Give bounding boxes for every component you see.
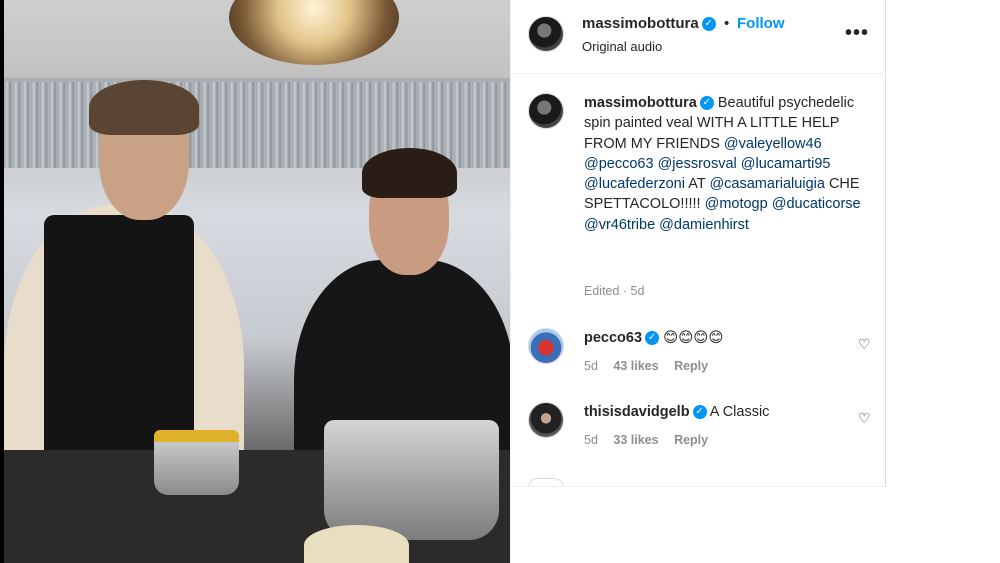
mention-link[interactable]: @casamarialuigia [709,176,824,192]
comment-item: thisisdavidgelb ✓ A Classic 5d 33 likes R… [511,402,887,462]
caption-text: AT [688,176,706,193]
separator-dot: • [724,15,730,32]
mention-link[interactable]: @valeyellow46 [724,136,822,152]
comments-panel: massimobottura ✓ • Follow Original audio … [510,0,887,563]
comment-text: thisisdavidgelb ✓ A Classic [584,404,769,420]
reply-button[interactable]: Reply [674,359,708,373]
audio-label[interactable]: Original audio [582,39,662,54]
large-pot [324,420,499,540]
post-video[interactable] [0,0,510,563]
avatar[interactable] [528,402,564,438]
comment-username[interactable]: thisisdavidgelb [584,404,690,420]
comment-body: 😊😊😊😊 [663,330,724,346]
comment-age[interactable]: 5d [584,359,598,373]
caption-username[interactable]: massimobottura [584,95,697,111]
comment-meta: 5d 33 likes Reply [584,433,720,447]
bowl [304,525,409,563]
reply-button[interactable]: Reply [674,433,708,447]
mention-link[interactable]: @vr46tribe [584,217,655,233]
comment-item: pecco63 ✓ 😊😊😊😊 5d 43 likes Reply ♡ [511,328,887,388]
mention-link[interactable]: @lucamarti95 [741,156,831,172]
comment-likes[interactable]: 43 likes [613,359,658,373]
avatar[interactable] [528,328,564,364]
post-header: massimobottura ✓ • Follow Original audio … [511,0,887,74]
caption-avatar[interactable] [528,93,564,129]
comment-username[interactable]: pecco63 [584,330,642,346]
comment-age[interactable]: 5d [584,433,598,447]
more-horizontal-icon[interactable]: ••• [845,22,869,45]
pendant-lamp [229,0,399,65]
heart-icon[interactable]: ♡ [858,336,871,353]
mention-link[interactable]: @jessrosval [658,156,737,172]
post-caption: massimobottura ✓ Beautiful psychedelic sp… [584,93,864,235]
panel-footer [511,486,887,563]
page-background [887,0,1000,563]
saucepan [154,430,239,495]
mention-link[interactable]: @ducaticorse [772,196,861,212]
heart-icon[interactable]: ♡ [858,410,871,427]
comment-body: A Classic [709,404,770,420]
person-left-hair [89,80,199,135]
verified-badge-icon: ✓ [692,405,707,420]
mention-link[interactable]: @damienhirst [659,217,749,233]
verified-badge-icon: ✓ [699,96,714,111]
video-frame [4,0,510,563]
comment-text: pecco63 ✓ 😊😊😊😊 [584,330,724,346]
mention-link[interactable]: @motogp [705,196,768,212]
author-username-text[interactable]: massimobottura [582,15,699,32]
caption-meta: Edited · 5d [584,284,645,298]
verified-badge-icon: ✓ [701,17,716,32]
mention-link[interactable]: @lucafederzoni [584,176,685,192]
mention-link[interactable]: @pecco63 [584,156,654,172]
verified-badge-icon: ✓ [645,331,660,346]
comment-likes[interactable]: 33 likes [613,433,658,447]
follow-button[interactable]: Follow [737,15,785,32]
avatar[interactable] [528,16,564,52]
person-right-hair [362,148,457,198]
author-username[interactable]: massimobottura ✓ [582,15,716,32]
comment-meta: 5d 43 likes Reply [584,359,720,373]
